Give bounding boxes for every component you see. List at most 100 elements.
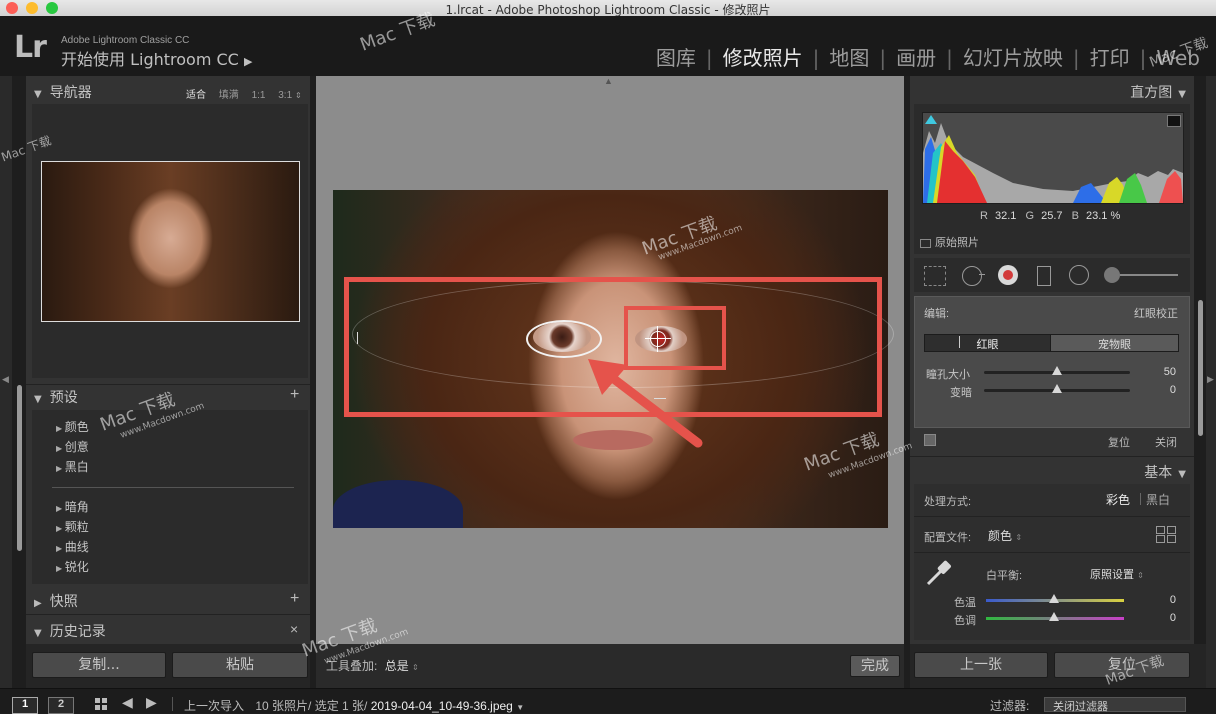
preset-folder-item[interactable]: ▶ 颜色: [56, 418, 89, 438]
zoom-stepper-icon[interactable]: ⇕: [295, 91, 302, 100]
tool-overlay-label: 工具叠加:: [326, 659, 378, 673]
presets-header[interactable]: ▼ 预设: [34, 387, 306, 409]
collapse-top-arrow-icon[interactable]: ▲: [604, 76, 613, 86]
temp-value[interactable]: 0: [1150, 594, 1176, 606]
grid-view-icon[interactable]: [95, 698, 109, 712]
get-started-link[interactable]: 开始使用 Lightroom CC ▶: [61, 46, 252, 70]
spot-removal-tool-icon[interactable]: [962, 266, 982, 286]
guide-handle-bottom[interactable]: [654, 398, 666, 399]
filter-select[interactable]: 关闭过滤器: [1044, 697, 1186, 713]
tool-overlay-value: 总是: [384, 659, 409, 673]
module-tab-6[interactable]: Web: [1146, 46, 1210, 70]
zoom-3-1[interactable]: 3:1: [278, 90, 292, 101]
redeye-tool-icon[interactable]: [998, 265, 1018, 285]
secondary-display-button[interactable]: 2: [48, 697, 74, 714]
original-photo-toggle[interactable]: 原始照片: [920, 234, 979, 250]
right-scrollbar[interactable]: [1198, 300, 1203, 436]
primary-display-button[interactable]: 1: [12, 697, 38, 714]
reset-button[interactable]: 复位: [1054, 652, 1190, 678]
shadow-clipping-icon[interactable]: [925, 115, 937, 124]
back-arrow-icon[interactable]: ◀: [122, 694, 133, 711]
preset-folder-label: 颜色: [64, 420, 89, 434]
divider: [914, 516, 1190, 517]
preset-folder-item[interactable]: ▶ 创意: [56, 438, 89, 458]
profile-browser-grid-icon[interactable]: [1156, 526, 1176, 543]
profile-select[interactable]: 颜色 ⇕: [988, 527, 1022, 544]
preset-folder-label: 黑白: [64, 460, 89, 474]
module-tab-0[interactable]: 图库: [646, 46, 706, 70]
product-name-small: Adobe Lightroom Classic CC: [61, 35, 190, 46]
zoom-fill[interactable]: 填满: [219, 90, 239, 101]
graduated-filter-icon[interactable]: [1037, 266, 1051, 286]
darken-value[interactable]: 0: [1146, 384, 1176, 396]
copy-settings-button[interactable]: 复制...: [32, 652, 166, 678]
tab-redeye-label: 红眼: [976, 339, 999, 351]
module-tab-3[interactable]: 画册: [886, 46, 946, 70]
clear-history-button[interactable]: ×: [290, 621, 298, 637]
crosshair-h: [645, 338, 671, 339]
navigator-thumbnail[interactable]: [41, 161, 300, 322]
white-balance-eyedropper-icon[interactable]: [924, 558, 954, 588]
navigator-zoom-options: 适合 填满 1:1 3:1 ⇕: [186, 86, 302, 101]
pupil-size-thumb[interactable]: [1052, 366, 1062, 375]
collapse-right-arrow-icon[interactable]: ▶: [1207, 374, 1214, 385]
zoom-fit[interactable]: 适合: [186, 90, 206, 101]
expand-triangle-icon: ▶: [56, 444, 65, 453]
divider: [26, 384, 310, 385]
tab-pet-eye[interactable]: 宠物眼: [1050, 334, 1179, 352]
white-balance-select[interactable]: 原照设置 ⇕: [1090, 566, 1144, 582]
preset-folder-item[interactable]: ▶ 颗粒: [56, 518, 89, 538]
redeye-reset-button[interactable]: 复位: [1108, 434, 1130, 450]
treatment-bw-button[interactable]: 黑白: [1146, 491, 1170, 508]
history-title: 历史记录: [49, 624, 106, 640]
r-value: 32.1: [995, 210, 1017, 222]
preset-folder-item[interactable]: ▶ 曲线: [56, 538, 89, 558]
histogram-graph[interactable]: [922, 112, 1184, 204]
guide-handle-left[interactable]: [357, 332, 358, 344]
filmstrip-source[interactable]: 上一次导入 10 张照片/ 选定 1 张/ 2019-04-04_10-49-3…: [184, 697, 524, 714]
module-tab-2[interactable]: 地图: [819, 46, 879, 70]
collapse-triangle-icon: ▼: [34, 89, 42, 100]
module-tab-4[interactable]: 幻灯片放映: [953, 46, 1073, 70]
treatment-color-button[interactable]: 彩色: [1106, 491, 1130, 508]
basic-header[interactable]: 基本 ▼: [1120, 462, 1186, 484]
mask-toggle-icon[interactable]: [924, 434, 936, 446]
collapse-triangle-icon: ▼: [1178, 469, 1186, 480]
presets-title: 预设: [49, 390, 78, 406]
preset-folder-item[interactable]: ▶ 黑白: [56, 458, 89, 478]
pupil-size-label: 瞳孔大小: [926, 369, 970, 381]
tint-value[interactable]: 0: [1150, 612, 1176, 624]
histogram-header[interactable]: 直方图 ▼: [1114, 82, 1186, 104]
radial-filter-icon[interactable]: [1069, 265, 1089, 285]
tab-redeye[interactable]: 红眼: [924, 334, 1051, 352]
left-scrollbar[interactable]: [17, 385, 22, 551]
presets-group-2: ▶ 暗角 ▶ 颗粒 ▶ 曲线 ▶ 锐化: [56, 498, 89, 578]
adjustment-brush-icon[interactable]: [1104, 267, 1120, 283]
crop-tool-icon[interactable]: [924, 266, 946, 286]
g-label: G: [1025, 210, 1035, 222]
module-tab-5[interactable]: 打印: [1080, 46, 1140, 70]
zoom-1-1[interactable]: 1:1: [252, 90, 266, 101]
redeye-close-button[interactable]: 关闭: [1155, 434, 1177, 450]
dropdown-stepper-icon: ⇕: [1015, 533, 1023, 542]
temp-thumb[interactable]: [1049, 594, 1059, 603]
spot-removal-tool-tail: [979, 274, 985, 275]
done-button[interactable]: 完成: [850, 655, 900, 677]
preset-folder-item[interactable]: ▶ 锐化: [56, 558, 89, 578]
add-preset-button[interactable]: +: [290, 386, 299, 404]
history-header[interactable]: ▼ 历史记录: [34, 621, 306, 643]
darken-thumb[interactable]: [1052, 384, 1062, 393]
pupil-size-value[interactable]: 50: [1146, 366, 1176, 378]
previous-settings-button[interactable]: 上一张: [914, 652, 1048, 678]
forward-arrow-icon[interactable]: ▶: [146, 694, 157, 711]
module-tab-1[interactable]: 修改照片: [713, 46, 813, 70]
add-snapshot-button[interactable]: +: [290, 590, 299, 608]
snapshots-header[interactable]: ▶ 快照: [34, 591, 306, 613]
preset-folder-item[interactable]: ▶ 暗角: [56, 498, 89, 518]
collapse-left-arrow-icon[interactable]: ◀: [2, 374, 9, 385]
paste-settings-button[interactable]: 粘贴: [172, 652, 308, 678]
photo-count: 10 张照片/ 选定 1 张/: [255, 699, 368, 713]
tool-overlay-control[interactable]: 工具叠加: 总是 ⇕: [326, 657, 419, 674]
tint-thumb[interactable]: [1049, 612, 1059, 621]
highlight-clipping-icon[interactable]: [1167, 115, 1181, 127]
